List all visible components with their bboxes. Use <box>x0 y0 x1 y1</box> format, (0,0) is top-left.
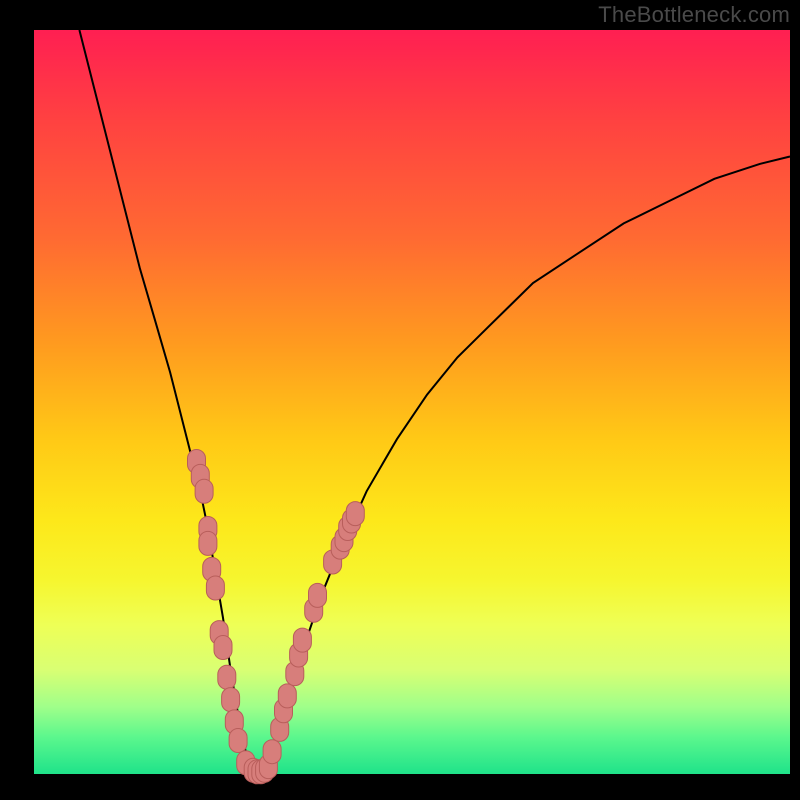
bottleneck-curve <box>79 30 790 774</box>
curve-marker <box>222 688 240 712</box>
curve-marker <box>346 502 364 526</box>
curve-marker <box>293 628 311 652</box>
curve-marker <box>206 576 224 600</box>
curve-marker <box>263 740 281 764</box>
curve-marker <box>195 479 213 503</box>
plot-area <box>34 30 790 774</box>
curve-marker <box>199 531 217 555</box>
curve-marker <box>309 583 327 607</box>
curve-marker <box>278 684 296 708</box>
curve-markers <box>188 450 365 784</box>
chart-frame: TheBottleneck.com <box>0 0 800 800</box>
watermark-text: TheBottleneck.com <box>598 2 790 28</box>
curve-marker <box>229 729 247 753</box>
curve-marker <box>218 665 236 689</box>
curve-marker <box>214 636 232 660</box>
chart-svg <box>34 30 790 774</box>
